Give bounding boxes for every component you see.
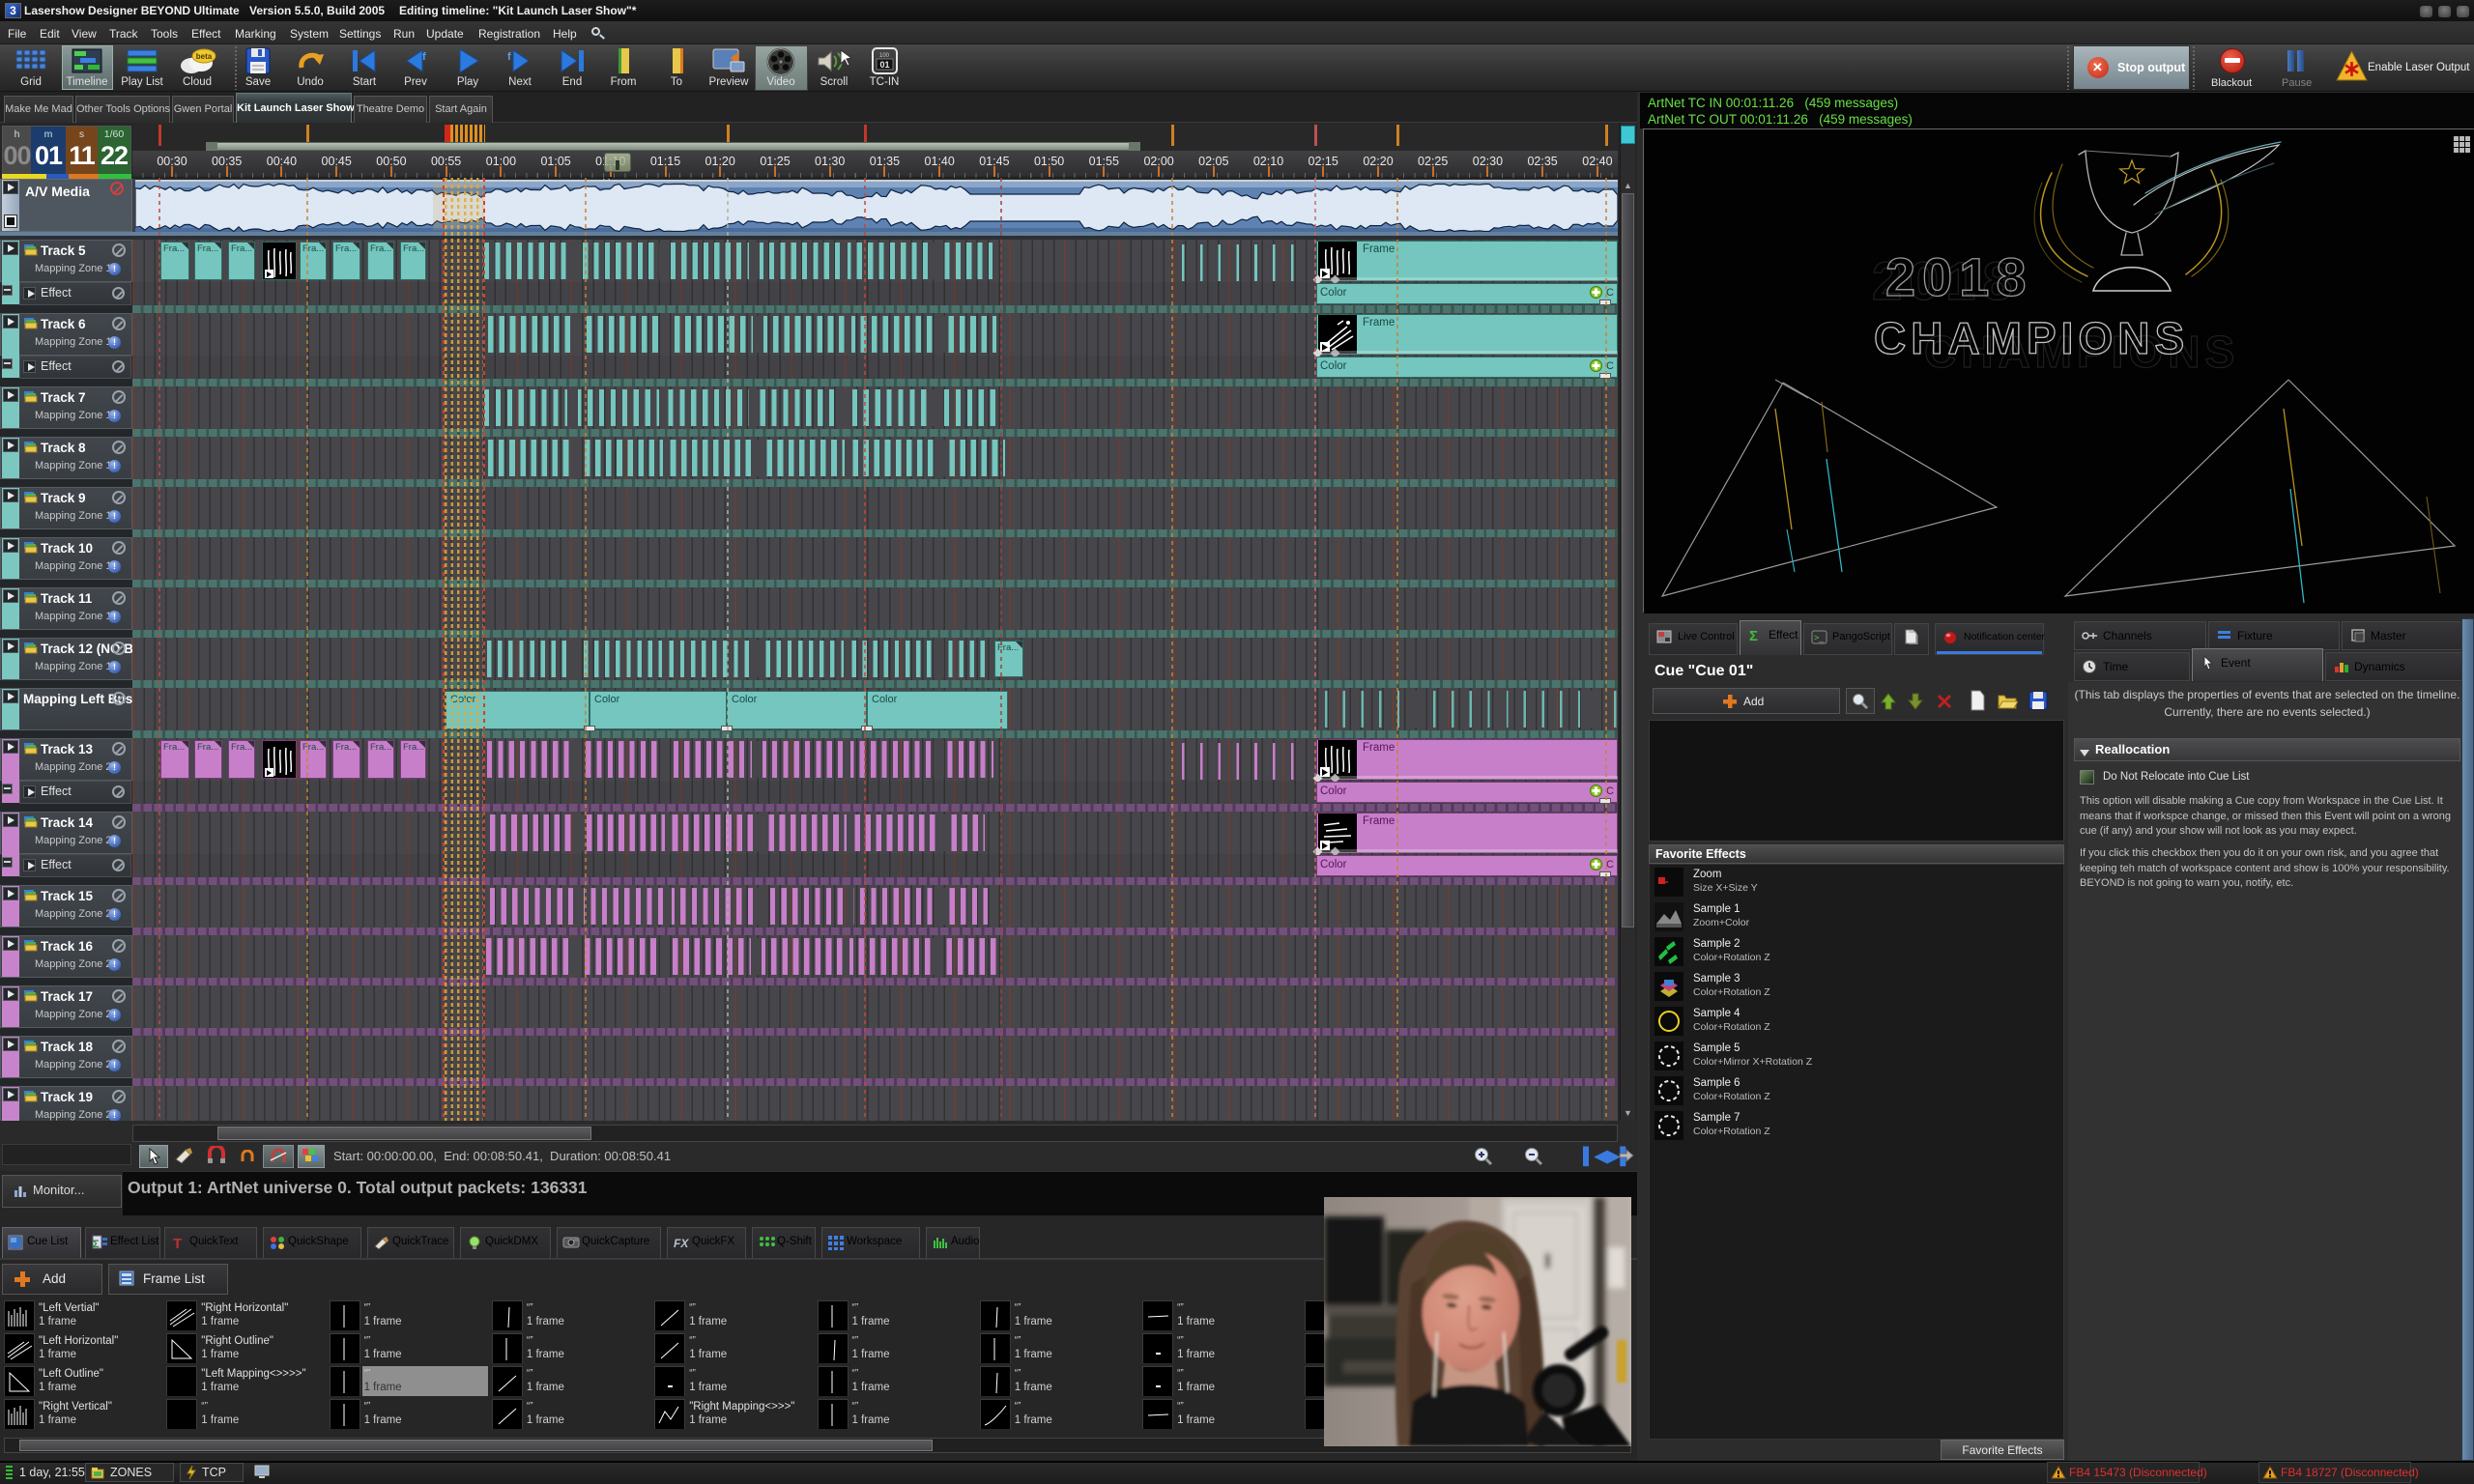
svg-text:CHAMPIONS: CHAMPIONS	[1874, 313, 2189, 363]
svg-text:100: 100	[879, 53, 890, 59]
svg-text:01: 01	[879, 60, 889, 70]
svg-text:Σ: Σ	[1749, 628, 1758, 642]
svg-text:>_: >_	[1814, 633, 1825, 642]
svg-text:T: T	[173, 1236, 182, 1250]
svg-text:FX: FX	[674, 1237, 689, 1250]
svg-text:Σ: Σ	[93, 1239, 100, 1250]
svg-text:f: f	[507, 51, 511, 63]
svg-text:f: f	[422, 51, 426, 63]
svg-text:beta: beta	[196, 52, 213, 61]
svg-text:2018: 2018	[1885, 246, 2033, 307]
